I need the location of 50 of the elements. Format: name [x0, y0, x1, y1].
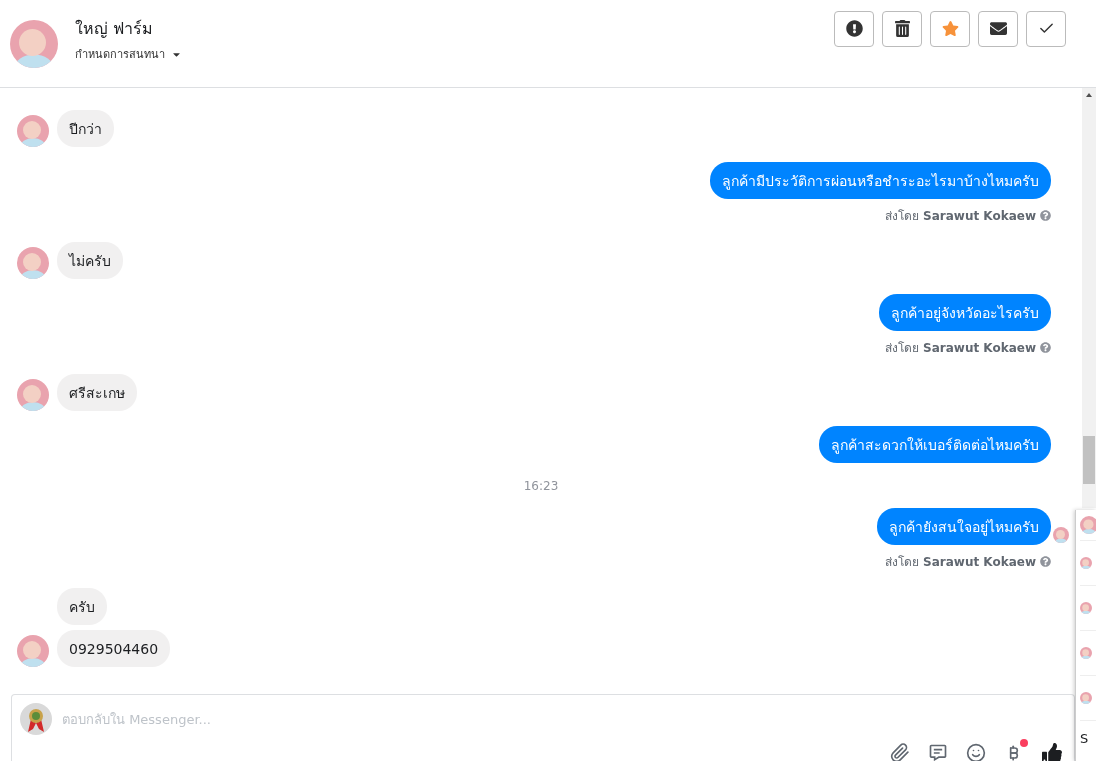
emoji-button[interactable] [964, 741, 988, 761]
thumbs-up-icon [1042, 743, 1062, 761]
avatar [17, 115, 49, 147]
delete-button[interactable] [882, 10, 922, 47]
chat-bubble-icon [928, 743, 948, 761]
avatar [1080, 647, 1092, 659]
star-button[interactable] [930, 10, 970, 47]
message-bubble: ศรีสะเกษ [57, 374, 137, 411]
avatar [17, 379, 49, 411]
message-bubble: ไม่ครับ [57, 242, 123, 279]
sent-by-text: ส่งโดย Sarawut Kokaew [885, 554, 1036, 571]
envelope-icon [989, 20, 1007, 37]
reply-box[interactable]: ตอบกลับใน Messenger... [11, 694, 1075, 761]
reply-input[interactable]: ตอบกลับใน Messenger... [60, 710, 1064, 728]
avatar [1080, 557, 1092, 569]
sent-by-text: ส่งโดย Sarawut Kokaew [885, 208, 1036, 225]
conversation-menu[interactable]: กำหนดการสนทนา [75, 45, 834, 63]
timestamp: 16:23 [523, 479, 559, 493]
smiley-icon [966, 743, 986, 761]
avatar [20, 703, 52, 735]
avatar [1080, 692, 1092, 704]
avatar [1053, 527, 1069, 543]
notification-dot [1020, 739, 1028, 747]
avatar [10, 19, 58, 68]
paperclip-icon [890, 743, 910, 761]
trash-icon [893, 20, 911, 37]
avatar [1080, 602, 1092, 614]
avatar [1080, 516, 1096, 534]
message-bubble: ลูกค้าอยู่จังหวัดอะไรครับ [879, 294, 1051, 331]
sent-by-text: ส่งโดย Sarawut Kokaew [885, 340, 1036, 357]
attach-button[interactable] [888, 741, 912, 761]
message-bubble: ครับ [57, 588, 107, 625]
message-bubble: ปีกว่า [57, 110, 114, 147]
message-bubble: ลูกค้ายังสนใจอยู่ไหมครับ [877, 508, 1051, 545]
avatar [17, 635, 49, 667]
like-button[interactable] [1040, 741, 1064, 761]
help-icon[interactable] [1040, 210, 1051, 221]
message-bubble: ลูกค้ามีประวัติการผ่อนหรือชำระอะไรมาบ้างไหมครับ [710, 162, 1051, 199]
mark-unread-button[interactable] [978, 10, 1018, 47]
alert-icon [845, 20, 863, 37]
spam-button[interactable] [834, 10, 874, 47]
star-icon [941, 20, 959, 37]
contact-name: ใหญ่ ฟาร์ม [75, 18, 155, 40]
message-bubble: 0929504460 [57, 630, 171, 667]
message-bubble: ลูกค้าสะดวกให้เบอร์ติดต่อไหมครับ [819, 426, 1051, 463]
avatar [17, 247, 49, 279]
scrollbar[interactable] [1082, 88, 1096, 508]
help-icon[interactable] [1040, 556, 1051, 567]
panel-text: S [1080, 731, 1089, 746]
help-icon[interactable] [1040, 342, 1051, 353]
